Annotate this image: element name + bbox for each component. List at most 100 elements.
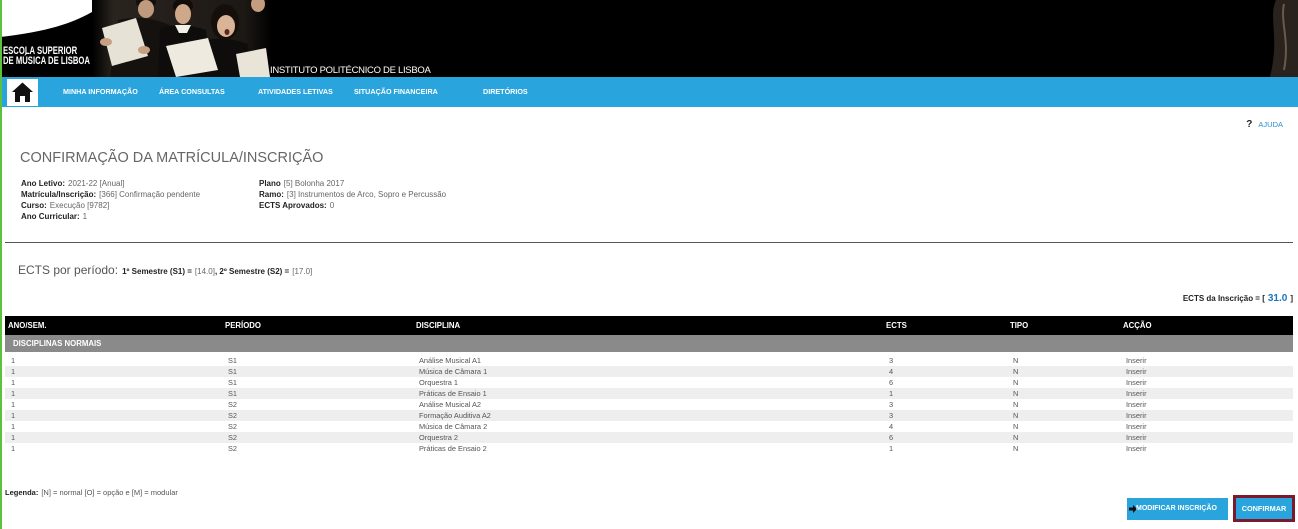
main-nav: MINHA INFORMAÇÃO ÁREA CONSULTAS ATIVIDAD…: [0, 77, 1298, 107]
ects-per-period-label: ECTS por período:: [18, 263, 119, 277]
help-icon: ?: [1246, 119, 1253, 130]
cell-periodo: S2: [228, 444, 238, 453]
nav-item-area-consultas[interactable]: ÁREA CONSULTAS: [159, 77, 225, 107]
info-label: ECTS Aprovados:: [259, 201, 327, 210]
semester-2-ects: [17.0]: [292, 267, 313, 276]
info-matricula: Matrícula/Inscrição: [366] Confirmação pe…: [21, 189, 200, 200]
info-label: Ramo:: [259, 190, 284, 199]
insert-action-link[interactable]: Inserir: [1120, 410, 1293, 421]
home-icon: [12, 82, 33, 102]
ects-total: ECTS da Inscrição = [31.0]: [1183, 290, 1293, 306]
cell-disciplina: Análise Musical A2: [419, 400, 482, 409]
ects-total-label: ECTS da Inscrição = [: [1182, 294, 1265, 303]
nav-item-diretorios[interactable]: DIRETÓRIOS: [483, 77, 528, 107]
cell-tipo: N: [1013, 444, 1019, 453]
cell-tipo: N: [1013, 356, 1019, 365]
table-row: 1 S2 Análise Musical A2 3 N Inserir: [5, 399, 1293, 410]
cell-ano: 1: [5, 366, 222, 377]
cell-ects: 3: [883, 410, 1007, 421]
cell-tipo: N: [1013, 422, 1019, 431]
cell-tipo: N: [1007, 388, 1120, 399]
table-row: 1 S2 Música de Câmara 2 4 N Inserir: [5, 421, 1293, 432]
insert-action-link[interactable]: Inserir: [1120, 432, 1293, 443]
site-header: ESCOLA SUPERIOR DE MÚSICA DE LISBOA INST…: [0, 0, 1298, 77]
modify-enrollment-label: MODIFICAR INSCRIÇÃO: [1136, 505, 1217, 512]
page-left-edge: [0, 0, 2, 529]
info-value: [3] Instrumentos de Arco, Sopro e Percus…: [286, 190, 447, 199]
insert-action-link[interactable]: Inserir: [1120, 421, 1293, 432]
info-ano-curricular: Ano Curricular: 1: [21, 211, 200, 222]
modify-enrollment-button[interactable]: MODIFICAR INSCRIÇÃO: [1127, 498, 1228, 520]
legend-text: [N] = normal [O] = opção e [M] = modular: [41, 488, 178, 497]
info-ano-letivo: Ano Letivo: 2021-22 [Anual]: [21, 178, 200, 189]
cell-disciplina: Música de Câmara 1: [413, 366, 883, 377]
school-name-line-2: DE MÚSICA DE LISBOA: [3, 55, 90, 67]
confirm-button[interactable]: CONFIRMAR: [1233, 495, 1295, 522]
cell-ects: 3: [889, 400, 894, 409]
table-row: 1 S2 Práticas de Ensaio 2 1 N Inserir: [5, 443, 1293, 454]
home-button[interactable]: [7, 79, 38, 106]
cell-ects: 3: [889, 356, 894, 365]
cell-disciplina: Música de Câmara 2: [419, 422, 488, 431]
column-header-disciplina: DISCIPLINA: [413, 316, 883, 335]
cell-disciplina: Práticas de Ensaio 1: [413, 388, 883, 399]
insert-action-link[interactable]: Inserir: [1120, 443, 1293, 454]
help-link[interactable]: ? AJUDA: [1246, 116, 1283, 130]
cell-periodo: S1: [228, 356, 238, 365]
help-label: AJUDA: [1258, 120, 1283, 129]
header-right-photo: [1270, 0, 1298, 77]
ects-per-period: ECTS por período: 1º Semestre (S1) = [14.0…: [18, 262, 312, 280]
info-value: Execução [9782]: [49, 201, 110, 210]
insert-action-link[interactable]: Inserir: [1120, 366, 1293, 377]
cell-disciplina: Formação Auditiva A2: [413, 410, 883, 421]
info-curso: Curso: Execução [9782]: [21, 200, 200, 211]
column-header-accao: ACÇÃO: [1120, 316, 1293, 335]
info-ects-aprovados: ECTS Aprovados: 0: [259, 200, 446, 211]
column-header-ano-sem: ANO/SEM.: [5, 316, 222, 335]
cell-ano: 1: [11, 444, 16, 453]
cell-disciplina: Orquestra 2: [413, 432, 883, 443]
info-label: Ano Letivo:: [21, 179, 65, 188]
legend-label: Legenda:: [5, 488, 39, 497]
info-value: [5] Bolonha 2017: [283, 179, 345, 188]
info-label: Curso:: [21, 201, 47, 210]
table-row: 1 S1 Orquestra 1 6 N Inserir: [5, 377, 1293, 388]
info-ramo: Ramo: [3] Instrumentos de Arco, Sopro e P…: [259, 189, 446, 200]
cell-periodo: S1: [222, 388, 413, 399]
cell-ano: 1: [11, 400, 16, 409]
cell-ano: 1: [11, 378, 16, 387]
cell-disciplina: Práticas de Ensaio 2: [419, 444, 487, 453]
semester-2-label: , 2º Semestre (S2) =: [214, 267, 290, 276]
cell-tipo: N: [1007, 432, 1120, 443]
nav-item-minha-informacao[interactable]: MINHA INFORMAÇÃO: [63, 77, 138, 107]
choir-photo: [92, 0, 272, 77]
cell-ano: 1: [5, 410, 222, 421]
ects-total-close: ]: [1290, 294, 1293, 303]
page-title: CONFIRMAÇÃO DA MATRÍCULA/INSCRIÇÃO: [20, 150, 324, 166]
insert-action-link[interactable]: Inserir: [1120, 355, 1293, 366]
group-row: DISCIPLINAS NORMAIS: [5, 335, 1293, 352]
cell-ano: 1: [5, 388, 222, 399]
cell-periodo: S2: [228, 422, 238, 431]
semester-1-ects: [14.0]: [194, 267, 215, 276]
table-row: 1 S1 Música de Câmara 1 4 N Inserir: [5, 366, 1293, 377]
insert-action-link[interactable]: Inserir: [1120, 377, 1293, 388]
legend: Legenda: [N] = normal [O] = opção e [M] =…: [5, 488, 178, 498]
insert-action-link[interactable]: Inserir: [1120, 388, 1293, 399]
course-rows: 1 S1 Análise Musical A1 3 N Inserir 1 S1 Música …: [5, 355, 1293, 454]
cell-ano: 1: [11, 356, 16, 365]
nav-item-atividades-letivas[interactable]: ATIVIDADES LETIVAS: [258, 77, 333, 107]
insert-action-link[interactable]: Inserir: [1120, 399, 1293, 410]
cell-periodo: S1: [222, 366, 413, 377]
nav-item-situacao-financeira[interactable]: SITUAÇÃO FINANCEIRA: [354, 77, 438, 107]
cell-periodo: S2: [228, 400, 238, 409]
info-plano: Plano [5] Bolonha 2017: [259, 178, 446, 189]
cell-ects: 4: [889, 422, 894, 431]
header-banner-graphic: [0, 0, 1298, 77]
cell-tipo: N: [1013, 378, 1019, 387]
info-label: Matrícula/Inscrição:: [21, 190, 97, 199]
cell-periodo: S2: [222, 410, 413, 421]
section-divider: [5, 242, 1293, 243]
info-label: Ano Curricular:: [21, 212, 80, 221]
courses-table: ANO/SEM. PERÍODO DISCIPLINA ECTS TIPO AC…: [5, 316, 1293, 454]
